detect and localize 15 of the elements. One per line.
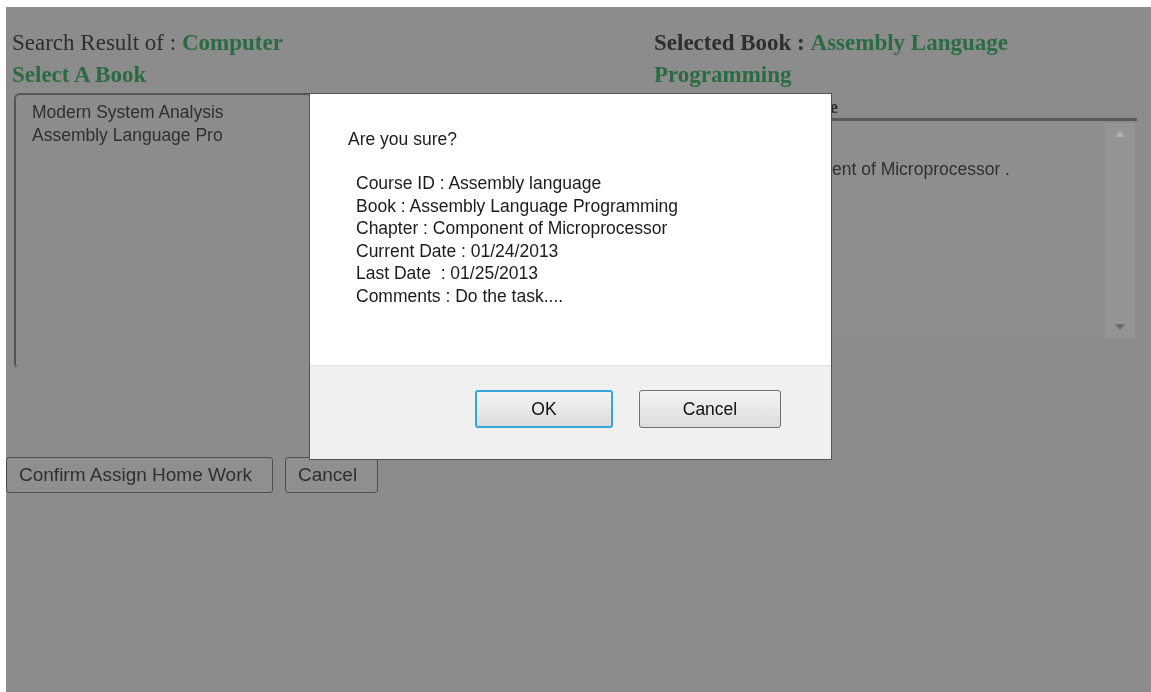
dialog-question: Are you sure?	[348, 128, 458, 150]
dialog-detail: Current Date : 01/24/2013	[355, 239, 560, 262]
scroll-down-icon[interactable]	[1115, 324, 1125, 330]
dialog-detail: Course ID : Assembly language	[355, 172, 603, 195]
dialog-detail: Comments : Do the task....	[355, 284, 565, 307]
dialog-detail: Last Date : 01/25/2013	[355, 262, 539, 285]
ok-button[interactable]: OK	[475, 390, 613, 428]
scrollbar[interactable]	[1105, 123, 1135, 338]
search-result-heading: Search Result of : Computer	[12, 29, 284, 57]
cancel-button[interactable]: Cancel	[639, 390, 781, 428]
confirm-button[interactable]: Confirm Assign Home Work	[6, 457, 273, 493]
scroll-up-icon[interactable]	[1115, 131, 1125, 137]
cancel-button[interactable]: Cancel	[285, 457, 379, 493]
list-title: Select A Book	[12, 61, 148, 89]
selected-book-heading: Selected Book : Assembly Language Programming	[654, 29, 1009, 89]
